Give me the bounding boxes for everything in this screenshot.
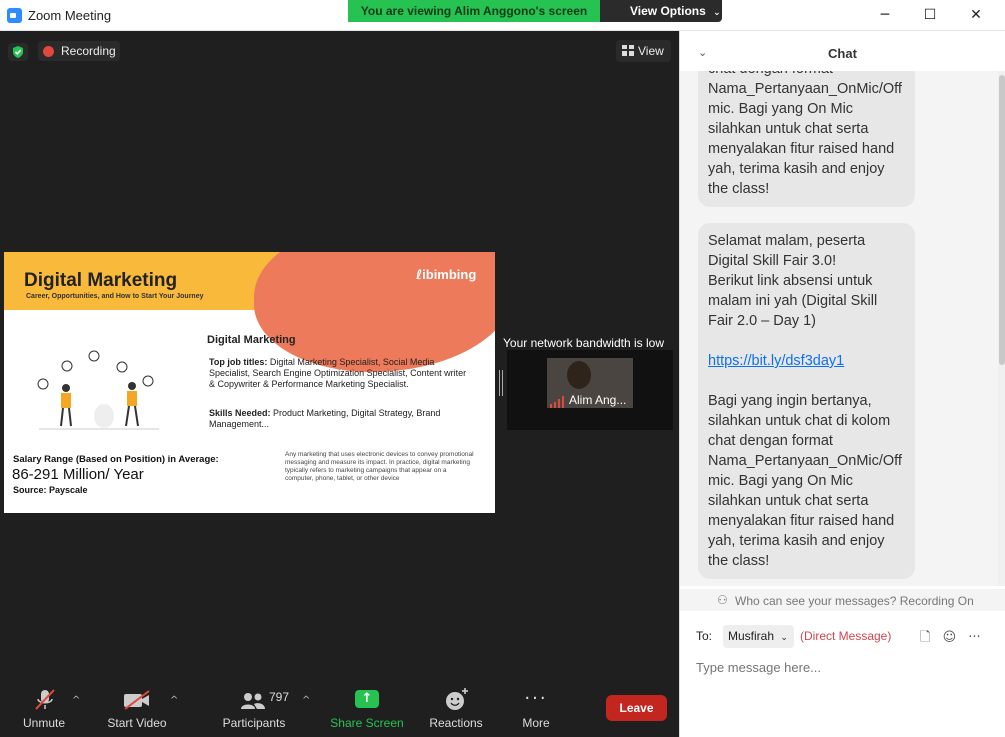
slide-job-titles: Top job titles: Digital Marketing Specia… [209, 357, 469, 390]
share-screen-button[interactable]: ↑ Share Screen [330, 686, 404, 736]
more-button[interactable]: ··· More [510, 686, 562, 736]
share-screen-label: Share Screen [330, 716, 404, 730]
recipient-dropdown[interactable]: Musfirah ⌄ [723, 625, 794, 648]
view-options-label: View Options [630, 4, 706, 18]
participants-options-caret[interactable]: ^ [302, 695, 310, 706]
minimize-button[interactable]: ─ [874, 6, 896, 24]
security-shield-icon[interactable] [8, 43, 28, 61]
leave-button[interactable]: Leave [606, 695, 667, 721]
meeting-stage: Recording View Digital Marketing Career,… [0, 31, 679, 737]
chat-title: Chat [828, 46, 857, 61]
share-screen-icon: ↑ [355, 690, 379, 708]
maximize-button[interactable]: ☐ [919, 6, 941, 24]
zoom-app-icon [7, 8, 22, 23]
participants-icon [241, 693, 265, 709]
record-dot-icon [43, 46, 54, 57]
recording-label: Recording [61, 44, 116, 58]
jobs-label: Top job titles: [209, 357, 268, 367]
composer-tools: 🗋 ☺ ··· [920, 628, 981, 650]
slide-description: Any marketing that uses electronic devic… [285, 451, 474, 482]
audio-options-caret[interactable]: ^ [72, 695, 80, 706]
slide-title: Digital Marketing [24, 270, 178, 291]
more-label: More [522, 716, 550, 730]
shared-screen-slide: Digital Marketing Career, Opportunities,… [4, 252, 495, 513]
unmute-label: Unmute [22, 716, 66, 730]
brand-name: ibimbing [422, 267, 477, 282]
grid-icon [622, 45, 634, 56]
emoji-icon[interactable]: ☺ [943, 630, 957, 645]
message-visibility-notice[interactable]: ⚇ Who can see your messages? Recording O… [680, 589, 1005, 611]
reactions-label: Reactions [429, 716, 483, 730]
chevron-down-icon: ⌄ [780, 633, 788, 643]
participant-name: Alim Ang... [569, 393, 627, 407]
chat-message-list[interactable]: chat dengan format Nama_Pertanyaan_OnMic… [680, 71, 998, 586]
chat-message: Selamat malam, peserta Digital Skill Fai… [698, 223, 915, 579]
slide-skills: Skills Needed: Product Marketing, Digita… [209, 408, 469, 430]
chat-message-text: Selamat malam, peserta Digital Skill Fai… [708, 233, 878, 329]
salary-range: 86-291 Million/ Year [12, 466, 144, 483]
chat-panel: ⌄ Chat chat dengan format Nama_Pertanyaa… [679, 31, 1005, 737]
ibimbing-logo: ℓibimbing [416, 267, 476, 283]
participant-video-tile[interactable]: Alim Ang... [547, 358, 633, 408]
skills-label: Skills Needed: [209, 408, 271, 418]
visibility-text: Who can see your messages? Recording On [735, 594, 974, 608]
more-dots-icon: ··· [524, 688, 548, 709]
to-label: To: [696, 629, 713, 643]
unmute-button[interactable]: Unmute [14, 686, 74, 736]
chat-scroll-thumb[interactable] [999, 75, 1005, 365]
chat-message-text: Bagi yang ingin bertanya, silahkan untuk… [708, 393, 902, 569]
more-options-icon[interactable]: ··· [968, 630, 980, 645]
chat-scrollbar[interactable] [998, 71, 1005, 586]
start-video-button[interactable]: Start Video [102, 686, 172, 736]
reactions-button[interactable]: Reactions [424, 686, 488, 736]
slide-section-heading: Digital Marketing [207, 334, 296, 346]
view-label: View [638, 44, 664, 58]
attendance-link[interactable]: https://bit.ly/dsf3day1 [708, 353, 844, 369]
marketing-illustration [37, 350, 159, 430]
start-video-label: Start Video [107, 716, 167, 730]
file-icon[interactable]: 🗋 [920, 630, 930, 645]
video-camera-off-icon [124, 690, 150, 710]
direct-message-label: (Direct Message) [800, 629, 892, 643]
chat-message: chat dengan format Nama_Pertanyaan_OnMic… [698, 71, 915, 207]
salary-source: Source: Payscale [13, 485, 88, 495]
microphone-muted-icon [35, 689, 55, 710]
person-icon: ⚇ [717, 593, 728, 607]
viewing-screen-banner: You are viewing Alim Anggono's screen [348, 0, 600, 22]
chevron-down-icon: ⌄ [713, 8, 721, 18]
title-bar: Zoom Meeting You are viewing Alim Anggon… [0, 0, 1005, 31]
participant-count: 797 [269, 690, 290, 704]
recording-indicator[interactable]: Recording [38, 41, 120, 61]
split-drag-handle[interactable] [499, 370, 503, 396]
zoom-window: Zoom Meeting You are viewing Alim Anggon… [0, 0, 1005, 737]
participant-video-face [567, 361, 591, 389]
view-options-button[interactable]: View Options ⌄ [600, 0, 722, 22]
view-layout-button[interactable]: View [616, 40, 671, 62]
signal-strength-icon [550, 396, 564, 408]
slide-subtitle: Career, Opportunities, and How to Start … [26, 293, 204, 300]
bandwidth-warning: Your network bandwidth is low [503, 336, 664, 350]
message-input[interactable] [696, 656, 986, 678]
smiley-plus-icon [446, 688, 468, 710]
participants-label: Participants [222, 716, 286, 730]
video-options-caret[interactable]: ^ [170, 695, 178, 706]
recipient-name: Musfirah [728, 629, 775, 643]
participants-button[interactable]: 797 Participants [218, 686, 290, 736]
salary-label: Salary Range (Based on Position) in Aver… [13, 454, 219, 465]
close-button[interactable]: ✕ [965, 6, 987, 24]
window-title: Zoom Meeting [28, 8, 112, 23]
